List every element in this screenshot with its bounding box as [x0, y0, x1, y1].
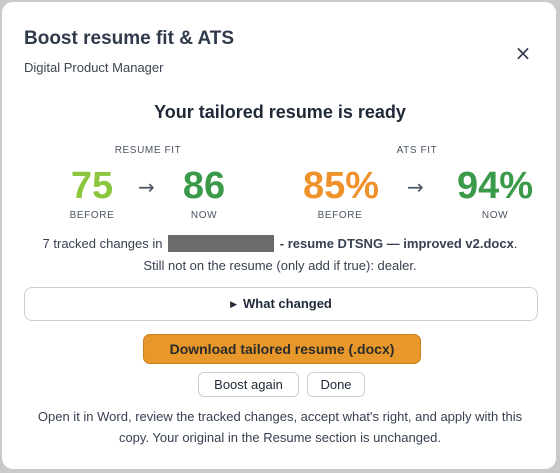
resume-fit-now-label: NOW: [190, 210, 218, 221]
what-changed-toggle[interactable]: ▶ What changed: [24, 287, 538, 321]
dialog-title: Boost resume fit & ATS: [24, 28, 235, 49]
missing-keywords-note: Still not on the resume (only add if tru…: [143, 258, 417, 273]
ats-fit-before-label: BEFORE: [317, 210, 363, 221]
resume-fit-before-value: 75: [70, 165, 114, 207]
arrow-right-icon: →: [138, 175, 155, 199]
close-icon[interactable]: ×: [512, 42, 534, 64]
ats-fit-label: ATS FIT: [396, 145, 438, 156]
resume-fit-label: RESUME FIT: [114, 145, 182, 156]
ats-fit-before-value: 85%: [302, 165, 380, 207]
tracked-changes-prefix: 7 tracked changes in: [42, 236, 163, 251]
download-tailored-resume-button[interactable]: Download tailored resume (.docx): [143, 334, 421, 364]
resume-fit-now-value: 86: [182, 165, 226, 207]
dialog-subtitle: Digital Product Manager: [24, 60, 164, 75]
ats-fit-now-value: 94%: [456, 165, 534, 207]
resume-fit-before-label: BEFORE: [69, 210, 115, 221]
boost-dialog: Boost resume fit & ATS Digital Product M…: [1, 1, 557, 470]
tracked-changes-suffix: .: [513, 236, 518, 251]
what-changed-label: What changed: [243, 296, 332, 311]
resume-filename: - resume DTSNG — improved v2.docx: [279, 236, 514, 251]
tracked-changes-summary: 7 tracked changes in - resume DTSNG — im…: [2, 235, 558, 252]
ats-fit-now-label: NOW: [481, 210, 509, 221]
arrow-right-icon: →: [407, 175, 424, 199]
boost-again-button[interactable]: Boost again: [198, 372, 299, 397]
redacted-block: [168, 235, 275, 252]
done-button[interactable]: Done: [307, 372, 365, 397]
footer-note: Open it in Word, review the tracked chan…: [37, 409, 523, 445]
result-heading: Your tailored resume is ready: [154, 102, 406, 122]
triangle-right-icon: ▶: [230, 300, 238, 310]
